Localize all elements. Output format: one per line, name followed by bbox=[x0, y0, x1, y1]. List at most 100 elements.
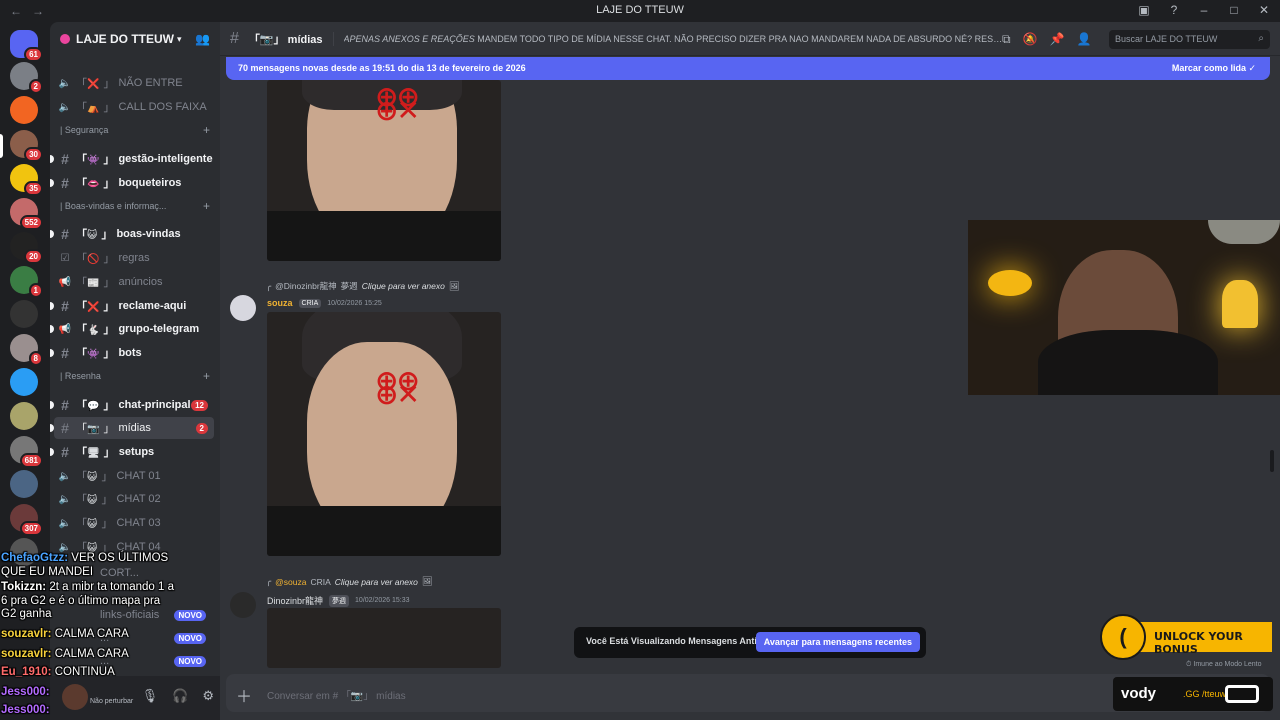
message-author[interactable]: souza bbox=[267, 298, 293, 308]
discord-home-icon[interactable]: 61 bbox=[10, 30, 43, 62]
channel-item[interactable]: 🔈 「⛺」 CALL DOS FAIXA bbox=[54, 96, 214, 118]
reply-tag: 夢週 bbox=[340, 281, 358, 291]
jump-to-present-button[interactable]: Avançar para mensagens recentes bbox=[755, 632, 920, 652]
server-avatar-icon[interactable]: 35 bbox=[10, 164, 43, 196]
mention-badge: 20 bbox=[24, 249, 43, 264]
create-channel-icon[interactable]: + bbox=[203, 123, 210, 137]
discord-window: ← → LAJE DO TTEUW ▣ ? – □ ✕ 61 2 30 35 552 20… bbox=[0, 0, 1280, 720]
channel-item[interactable]: 📢 「🐇」 grupo-telegram bbox=[50, 318, 214, 340]
header-divider bbox=[332, 31, 334, 46]
channel-name: CHAT 01 bbox=[116, 470, 161, 482]
reply-reference[interactable]: ╭ @Dinozinbr龍神 夢週 Clique para ver anexo … bbox=[266, 280, 460, 292]
server-avatar-icon[interactable]: 2 bbox=[10, 62, 43, 94]
new-messages-bar[interactable]: 70 mensagens novas desde as 19:51 do dia… bbox=[226, 57, 1270, 80]
help-icon[interactable]: ? bbox=[1166, 3, 1182, 17]
avatar[interactable] bbox=[230, 592, 256, 618]
server-avatar-icon[interactable] bbox=[10, 96, 38, 124]
text-channel-icon: # bbox=[61, 397, 69, 413]
mention-badge: 1 bbox=[28, 283, 43, 298]
voice-channel-icon: 🔈 bbox=[58, 493, 72, 505]
mention-badge: 307 bbox=[19, 521, 43, 536]
channel-category[interactable]: | Segurança + bbox=[60, 122, 210, 138]
server-avatar-icon[interactable] bbox=[10, 402, 38, 430]
channel-item[interactable]: 🔈 「😺」 CHAT 01 bbox=[54, 465, 214, 487]
channel-item[interactable]: # 「💬」 chat-principal 12 bbox=[50, 394, 214, 416]
media-attachment[interactable] bbox=[267, 608, 501, 668]
channel-item[interactable]: # 「👄」 boqueteiros bbox=[50, 172, 214, 194]
inbox-icon[interactable]: ▣ bbox=[1136, 3, 1152, 17]
server-avatar-icon[interactable]: 307 bbox=[10, 504, 43, 536]
mention-count-badge: 2 bbox=[195, 422, 208, 434]
stream-chat-text: CALMA CARA bbox=[51, 628, 129, 640]
channel-item[interactable]: 🔈 「😺」 CHAT 03 bbox=[54, 512, 214, 534]
channel-item[interactable]: # 「😺」 boas-vindas bbox=[50, 223, 214, 245]
create-channel-icon[interactable]: + bbox=[203, 199, 210, 213]
media-attachment[interactable]: ⊕⊕ ⊕✕ bbox=[267, 80, 501, 261]
channel-name: mídias bbox=[118, 422, 151, 434]
channel-title: 「📷」 mídias bbox=[248, 33, 323, 46]
server-avatar-icon[interactable]: 8 bbox=[10, 334, 43, 366]
forward-arrow-icon[interactable]: → bbox=[32, 4, 44, 18]
webcam-overlay bbox=[968, 220, 1280, 395]
back-arrow-icon[interactable]: ← bbox=[10, 4, 22, 18]
channel-name: regras bbox=[118, 252, 150, 264]
create-channel-icon[interactable]: + bbox=[203, 369, 210, 383]
channel-item[interactable]: # 「👾」 bots bbox=[50, 342, 214, 364]
invite-people-icon[interactable]: 👥 bbox=[195, 32, 210, 46]
text-channel-icon: # bbox=[61, 226, 69, 242]
tattoo-graphic: ⊕⊕ ⊕✕ bbox=[375, 365, 420, 410]
threads-icon[interactable]: ⧉ bbox=[1002, 32, 1011, 47]
channel-item[interactable]: 📢 「📰」 anúncios bbox=[54, 271, 214, 293]
stream-chat-user: ChefaoGtzz: bbox=[1, 552, 69, 564]
channel-category[interactable]: | Boas-vindas e informaç... + bbox=[60, 198, 210, 214]
scrollbar-thumb[interactable] bbox=[1270, 450, 1274, 472]
server-avatar-icon[interactable] bbox=[10, 470, 38, 498]
server-avatar-icon[interactable]: 681 bbox=[10, 436, 43, 468]
channel-item[interactable]: # 「👾」 gestão-inteligente bbox=[50, 148, 214, 170]
stream-chat-line: souzavlr: CALMA CARA bbox=[1, 628, 176, 642]
selected-server-indicator bbox=[0, 134, 3, 158]
guild-header[interactable]: LAJE DO TTEUW ▾ 👥 bbox=[50, 22, 220, 56]
server-avatar-icon[interactable]: 20 bbox=[10, 232, 43, 264]
text-channel-icon: # bbox=[61, 175, 69, 191]
stream-chat-user: Jess000: bbox=[1, 686, 50, 698]
message-author[interactable]: Dinozinbr龍神 bbox=[267, 594, 323, 607]
channel-item[interactable]: 🔈 「😺」 CHAT 02 bbox=[54, 488, 214, 510]
channel-name: CALL DOS FAIXA bbox=[118, 101, 207, 113]
search-input[interactable]: Buscar LAJE DO TTEUW ⌕ bbox=[1109, 30, 1270, 49]
stream-chat-user: souzavlr: bbox=[1, 628, 52, 640]
vody-logo: vody .GG /tteuw bbox=[1113, 677, 1273, 711]
nav-arrows: ← → bbox=[10, 4, 44, 18]
mark-as-read-button[interactable]: Marcar como lida ✓ bbox=[1172, 63, 1256, 74]
pin-icon[interactable]: 📌 bbox=[1050, 32, 1065, 47]
settings-gear-icon[interactable]: ⚙ bbox=[202, 688, 214, 704]
avatar[interactable] bbox=[230, 295, 256, 321]
channel-category[interactable]: | Resenha + bbox=[60, 368, 210, 384]
server-avatar-icon[interactable] bbox=[10, 368, 38, 396]
media-attachment[interactable]: ⊕⊕ ⊕✕ bbox=[267, 312, 501, 556]
mute-bell-icon[interactable]: 🔕 bbox=[1023, 32, 1038, 47]
minimize-icon[interactable]: – bbox=[1196, 3, 1212, 17]
server-avatar-icon[interactable]: 1 bbox=[10, 266, 43, 298]
tattoo-graphic: ⊕⊕ ⊕✕ bbox=[375, 81, 420, 126]
channel-item[interactable]: # 「🖥」 setups bbox=[50, 441, 214, 463]
channel-name: boqueteiros bbox=[118, 177, 182, 189]
mention-badge: 2 bbox=[28, 79, 43, 94]
channel-item[interactable]: # 「📷」 mídias 2 bbox=[50, 417, 214, 439]
server-avatar-icon[interactable]: 552 bbox=[10, 198, 43, 230]
voice-channel-icon: 🔈 bbox=[58, 470, 72, 482]
member-list-icon[interactable]: 👤 bbox=[1076, 32, 1091, 47]
image-icon: 🖼 bbox=[448, 280, 460, 291]
server-avatar-icon[interactable] bbox=[10, 300, 38, 328]
attach-plus-icon[interactable]: ＋ bbox=[236, 683, 252, 707]
channel-item[interactable]: 🔈 「❌」 NÃO ENTRE bbox=[54, 72, 214, 94]
close-icon[interactable]: ✕ bbox=[1256, 3, 1272, 17]
channel-item[interactable]: ☑ 「🚫」 regras bbox=[54, 247, 214, 269]
server-avatar-icon[interactable]: 30 bbox=[10, 130, 43, 162]
maximize-icon[interactable]: □ bbox=[1226, 3, 1242, 17]
role-tag: 夢週 bbox=[329, 594, 350, 607]
reply-reference[interactable]: ╭ @souza CRIA Clique para ver anexo 🖼 bbox=[266, 576, 433, 587]
channel-item[interactable]: # 「❌」 reclame-aqui bbox=[50, 295, 214, 317]
vody-mark-icon bbox=[1225, 685, 1259, 703]
channel-topic[interactable]: APENAS ANEXOS E REAÇÕES MANDEM TODO TIPO… bbox=[344, 34, 1004, 44]
